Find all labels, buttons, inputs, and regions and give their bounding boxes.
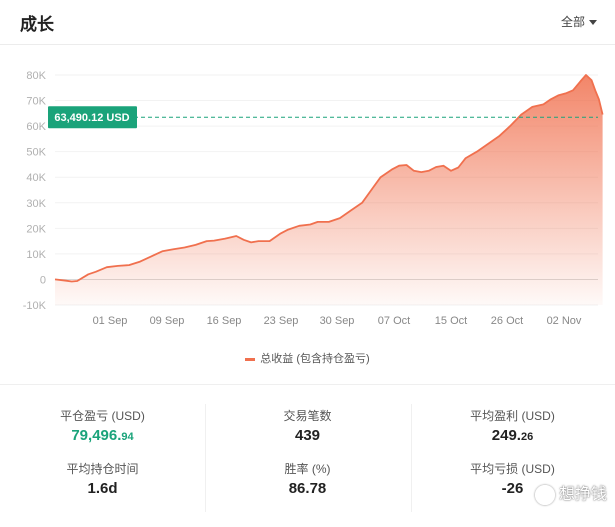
watermark: 想挣钱 — [534, 480, 607, 505]
y-tick-label: 30K — [26, 198, 46, 210]
x-tick-label: 15 Oct — [435, 315, 467, 327]
area-fill — [55, 75, 603, 305]
avg-profit-label: 平均盈利 (USD) — [470, 409, 555, 423]
y-tick-label: 80K — [26, 70, 46, 82]
pnl-value: 79,496.94 — [0, 427, 205, 444]
watermark-logo-icon — [534, 484, 555, 505]
avg-profit-decimal: 26 — [520, 431, 534, 443]
chart-legend[interactable]: 总收益 (包含持仓盈亏) — [0, 350, 615, 366]
y-tick-label: 40K — [26, 172, 46, 184]
x-tick-label: 26 Oct — [491, 315, 523, 327]
win-rate-label: 胜率 (%) — [284, 462, 331, 476]
time-range-label: 全部 — [560, 15, 585, 29]
x-tick-label: 01 Sep — [93, 315, 128, 327]
y-tick-label: 70K — [26, 96, 46, 108]
time-range-dropdown[interactable]: 全部 — [561, 13, 597, 30]
reference-label: 63,490.12 USD — [54, 112, 129, 124]
divider — [0, 384, 615, 385]
legend-label: 总收益 (包含持仓盈亏) — [260, 353, 370, 365]
pnl-value-decimal: 94 — [121, 431, 134, 443]
hold-time-value: 1.6d — [87, 480, 118, 497]
x-tick-label: 23 Sep — [264, 315, 299, 327]
hold-time-label: 平均持仓时间 — [66, 462, 139, 476]
watermark-text: 想挣钱 — [558, 486, 607, 503]
y-tick-label: 0 — [40, 274, 46, 286]
growth-chart[interactable]: 80K 70K 60K 50K 40K 30K 20K 10K 0 -10K 01 Sep 09 Se… — [0, 44, 615, 344]
y-tick-label: 50K — [26, 147, 46, 159]
chevron-down-icon — [589, 20, 597, 26]
x-tick-label: 07 Oct — [378, 315, 410, 327]
trades-label: 交易笔数 — [283, 409, 332, 423]
legend-line-icon — [245, 357, 256, 361]
y-tick-label: 10K — [26, 249, 46, 261]
page-title: 成长 — [20, 15, 54, 34]
trades-value: 439 — [294, 427, 321, 444]
avg-loss-label: 平均亏损 (USD) — [470, 462, 555, 476]
x-tick-label: 09 Sep — [150, 315, 185, 327]
header: 成长 全部 — [0, 0, 615, 45]
x-tick-label: 02 Nov — [547, 315, 582, 327]
x-tick-label: 30 Sep — [320, 315, 355, 327]
y-tick-label: 20K — [26, 223, 46, 235]
pnl-label: 平仓盈亏 (USD) — [60, 409, 145, 423]
avg-profit-main: 249. — [491, 427, 521, 444]
y-tick-label: 60K — [26, 121, 46, 133]
pnl-value-main: 79,496. — [71, 427, 122, 444]
x-tick-label: 16 Sep — [207, 315, 242, 327]
avg-profit-value: 249.26 — [410, 427, 615, 444]
y-tick-label: -10K — [23, 300, 47, 312]
win-rate-value: 86.78 — [288, 480, 327, 497]
